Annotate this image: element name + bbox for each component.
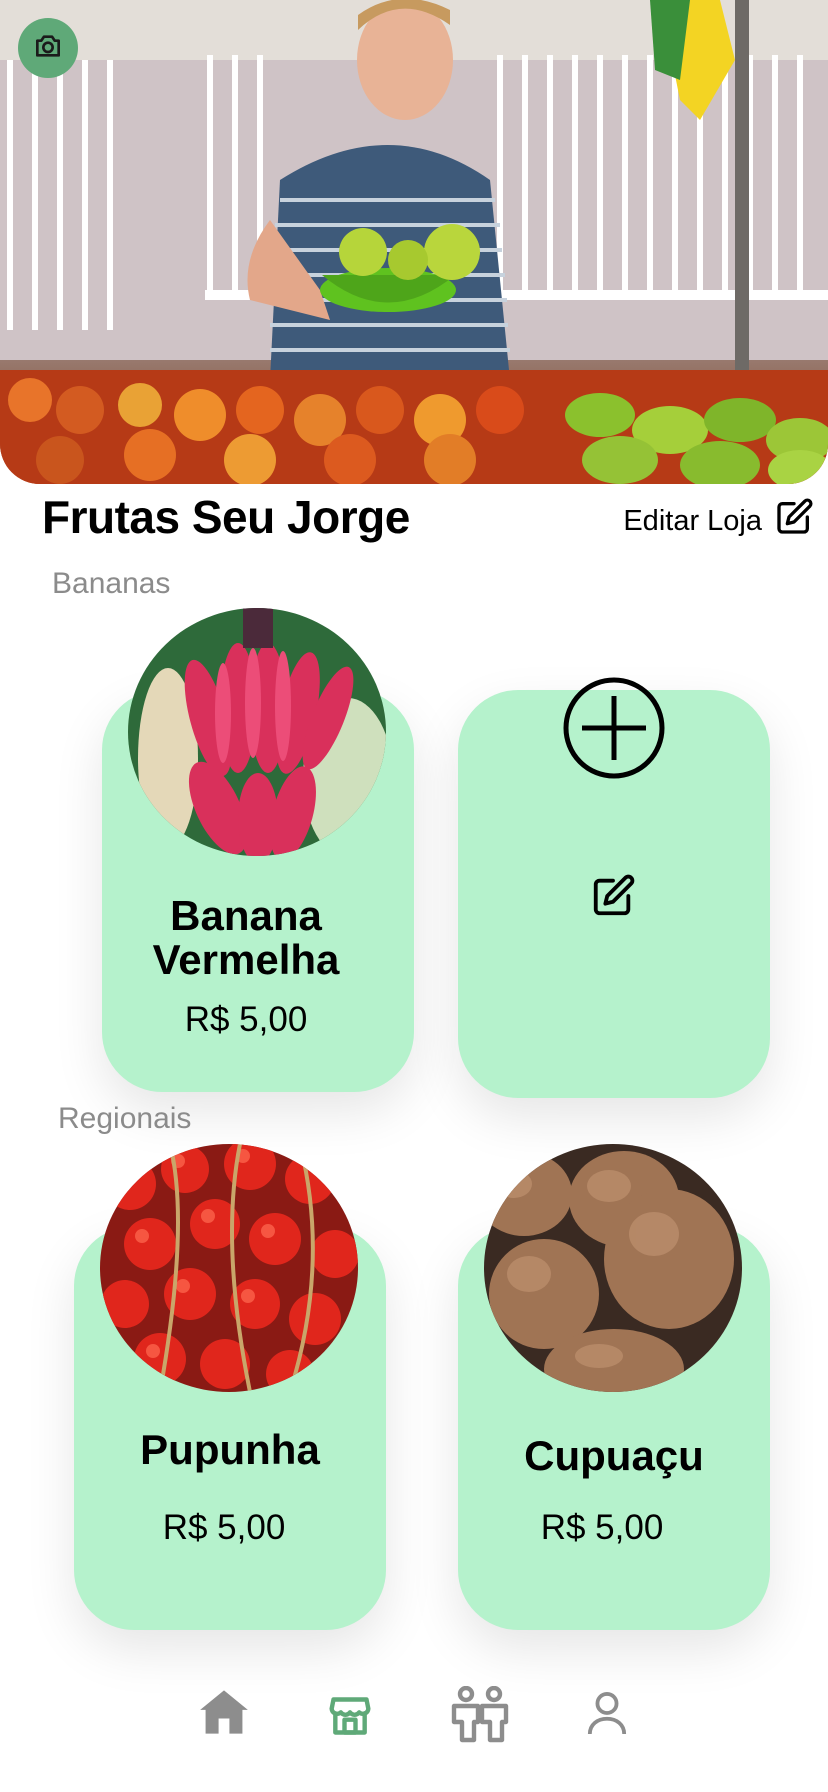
camera-icon bbox=[32, 30, 64, 67]
product-price: R$ 5,00 bbox=[184, 1000, 308, 1039]
product-name: Pupunha bbox=[140, 1426, 320, 1473]
store-cover-photo bbox=[0, 0, 828, 484]
nav-home[interactable] bbox=[198, 1686, 250, 1743]
product-name: Cupuaçu bbox=[524, 1432, 704, 1479]
store-name: Frutas Seu Jorge bbox=[42, 491, 410, 543]
edit-store-label: Editar Loja bbox=[623, 504, 762, 537]
edit-icon bbox=[590, 874, 636, 923]
product-image bbox=[128, 608, 386, 856]
add-product-button[interactable] bbox=[562, 676, 666, 780]
product-image bbox=[100, 1144, 358, 1392]
product-price: R$ 5,00 bbox=[162, 1508, 286, 1547]
edit-store-button[interactable]: Editar Loja bbox=[623, 497, 814, 545]
nav-community[interactable] bbox=[450, 1685, 510, 1749]
nav-store[interactable] bbox=[328, 1694, 372, 1743]
edit-product-button[interactable] bbox=[590, 873, 636, 919]
home-icon bbox=[198, 1690, 250, 1742]
product-name: Banana Vermelha bbox=[152, 892, 340, 983]
people-icon bbox=[450, 1685, 510, 1748]
plus-circle-icon bbox=[562, 677, 666, 784]
section-label-regionais: Regionais bbox=[58, 1102, 192, 1135]
store-icon bbox=[328, 1697, 372, 1742]
product-image bbox=[484, 1144, 742, 1392]
edit-icon bbox=[774, 497, 814, 545]
bottom-navigation bbox=[0, 1662, 828, 1792]
vendor-photo-illustration bbox=[0, 0, 828, 484]
change-photo-button[interactable] bbox=[18, 18, 78, 78]
section-label-bananas: Bananas bbox=[52, 567, 171, 600]
product-price: R$ 5,00 bbox=[540, 1508, 664, 1547]
nav-profile[interactable] bbox=[586, 1690, 628, 1741]
profile-icon bbox=[586, 1691, 628, 1740]
